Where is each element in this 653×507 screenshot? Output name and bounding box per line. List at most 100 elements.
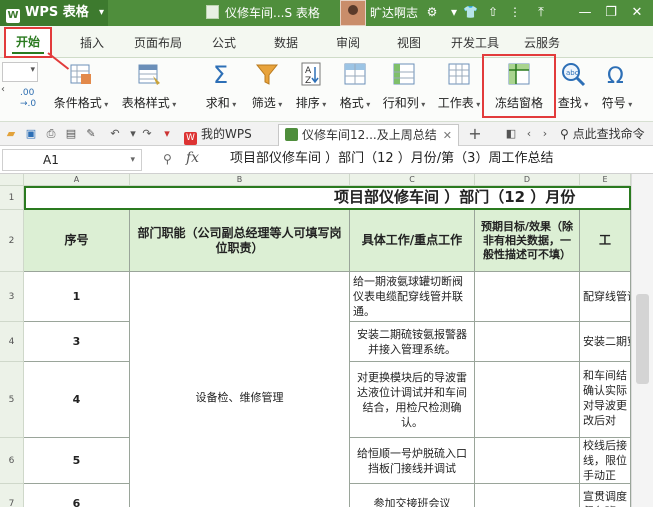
skin-icon[interactable]: 👕 [463,5,478,19]
customize-toolbar-icon[interactable]: ▾ [160,127,174,141]
table-row-work[interactable]: 对更换模块后的导波雷达液位计调试并和车间结合，用检尺检测确认。 [350,362,475,438]
column-header-c[interactable]: C [350,174,475,186]
table-row-work[interactable]: 安装二期硫铵氨报警器并接入管理系统。 [350,322,475,362]
table-style-button[interactable]: 表格样式 [118,60,180,120]
tab-review[interactable]: 审阅 [336,34,360,51]
worksheet-button[interactable]: 工作表 [435,60,483,120]
conditional-format-button[interactable]: 条件格式 [52,60,110,120]
title-cell[interactable]: 项目部仪修车间 ）部门（12 ）月份 [24,186,631,210]
column-header-e[interactable]: E [580,174,631,186]
department-cell[interactable]: 设备检、维修管理 [130,272,350,507]
table-row-num[interactable]: 1 [24,272,130,322]
tab-cloud[interactable]: 云服务 [524,34,560,51]
table-row-num[interactable]: 5 [24,438,130,484]
zoom-icon[interactable]: ⚲ [163,152,172,166]
table-row-e[interactable]: 配穿线管调试记录 [580,272,631,322]
header-e[interactable]: 工 [580,210,631,272]
column-header-d[interactable]: D [475,174,580,186]
tab-data[interactable]: 数据 [274,34,298,51]
formula-input[interactable]: 项目部仪修车间 ）部门（12 ）月份/第（3）周工作总结 [218,149,650,171]
print-icon[interactable]: ⎙ [44,127,58,141]
table-row-goal[interactable] [475,484,580,507]
avatar[interactable] [340,0,366,26]
table-row-goal[interactable] [475,322,580,362]
tab-view[interactable]: 视图 [397,34,421,51]
settings-icon[interactable]: ⚙ [425,5,439,19]
symbol-button[interactable]: Ω 符号 [596,60,638,120]
dropdown-icon[interactable]: ▾ [447,5,461,19]
row-col-button[interactable]: 行和列 [380,60,428,120]
number-format-dropdown[interactable] [2,62,38,82]
column-header-b[interactable]: B [130,174,350,186]
table-row-num[interactable]: 6 [24,484,130,507]
symbol-label: 符号 [596,94,638,111]
table-row-goal[interactable] [475,272,580,322]
close-tab-icon[interactable]: ✕ [443,129,452,142]
row-header-5[interactable]: 5 [0,362,24,438]
row-header-1[interactable]: 1 [0,186,24,210]
sort-button[interactable]: A Z 排序 [290,60,332,120]
tab-home[interactable]: 开始 [4,27,52,58]
row-header-2[interactable]: 2 [0,210,24,272]
minimize-button[interactable]: — [572,0,598,26]
search-command[interactable]: ⚲ 点此查找命令 [560,122,645,146]
print-preview-icon[interactable]: ▤ [64,127,78,141]
table-row-goal[interactable] [475,362,580,438]
header-dept-function[interactable]: 部门职能（公司副总经理等人可填写岗位职责） [130,210,350,272]
forward-icon[interactable]: › [538,127,552,141]
header-expected-goal[interactable]: 预期目标/效果（除非有相关数据，一般性描述可不填） [475,210,580,272]
doc-manage-icon[interactable]: ◧ [504,127,518,141]
sum-button[interactable]: Σ 求和 [200,60,242,120]
table-row-work[interactable]: 给一期液氨球罐切断阀仪表电缆配穿线管并联通。 [350,272,475,322]
header-work-items[interactable]: 具体工作/重点工作 [350,210,475,272]
filter-button[interactable]: 筛选 [246,60,288,120]
table-row-e[interactable]: 安装二期穿线管， [580,322,631,362]
maximize-button[interactable]: ❐ [598,0,624,26]
share-icon[interactable]: ⇧ [486,5,500,19]
undo-icon[interactable]: ↶ [108,127,122,141]
tab-document[interactable]: 仪修车间12...及上周总结 ✕ [278,124,459,146]
undo-dropdown-icon[interactable]: ▾ [126,127,140,141]
find-button[interactable]: abc 查找 [552,60,594,120]
scrollbar-thumb[interactable] [636,294,649,384]
fx-button[interactable]: fx [186,150,199,166]
name-box[interactable]: A1 [2,149,142,171]
row-col-label: 行和列 [380,94,428,111]
table-row-num[interactable]: 3 [24,322,130,362]
table-row-goal[interactable] [475,438,580,484]
ribbon-scroll-left-icon[interactable]: ‹ [1,84,5,95]
tab-my-wps[interactable]: W 我的WPS [178,124,258,146]
format-button[interactable]: 格式 [334,60,376,120]
column-header-a[interactable]: A [24,174,130,186]
new-tab-icon[interactable]: + [468,126,482,142]
header-seq[interactable]: 序号 [24,210,130,272]
username[interactable]: 旷达啊志 [370,0,418,26]
table-row-num[interactable]: 4 [24,362,130,438]
app-menu-button[interactable]: W WPS 表格 ▾ [0,0,108,26]
more-icon[interactable]: ⋮ [508,5,522,19]
save-icon[interactable]: ▣ [24,127,38,141]
table-row-e[interactable]: 校线后接线，限位手动正 [580,438,631,484]
tab-page-layout[interactable]: 页面布局 [134,34,182,51]
select-all-corner[interactable] [0,174,24,186]
format-painter-icon[interactable]: ✎ [84,127,98,141]
search-command-label: 点此查找命令 [572,127,645,141]
redo-icon[interactable]: ↷ [140,127,154,141]
row-header-4[interactable]: 4 [0,322,24,362]
table-row-work[interactable]: 参加交接班会议 [350,484,475,507]
back-icon[interactable]: ‹ [522,127,536,141]
tab-insert[interactable]: 插入 [80,34,104,51]
tab-formulas[interactable]: 公式 [212,34,236,51]
table-row-e[interactable]: 和车间结确认实际对导波更改后对 [580,362,631,438]
row-header-6[interactable]: 6 [0,438,24,484]
vertical-scrollbar[interactable] [631,174,653,507]
decimal-places-icon[interactable]: .00 →.0 [20,88,36,110]
row-header-3[interactable]: 3 [0,272,24,322]
table-row-e[interactable]: 宣贯调度督各班 [580,484,631,507]
restore-ribbon-icon[interactable]: ⤒ [528,0,554,26]
open-folder-icon[interactable]: ▰ [4,127,18,141]
table-row-work[interactable]: 给恒顺一号炉脱硫入口挡板门接线并调试 [350,438,475,484]
close-button[interactable]: ✕ [624,0,650,26]
tab-developer[interactable]: 开发工具 [451,34,499,51]
row-header-7[interactable]: 7 [0,484,24,507]
